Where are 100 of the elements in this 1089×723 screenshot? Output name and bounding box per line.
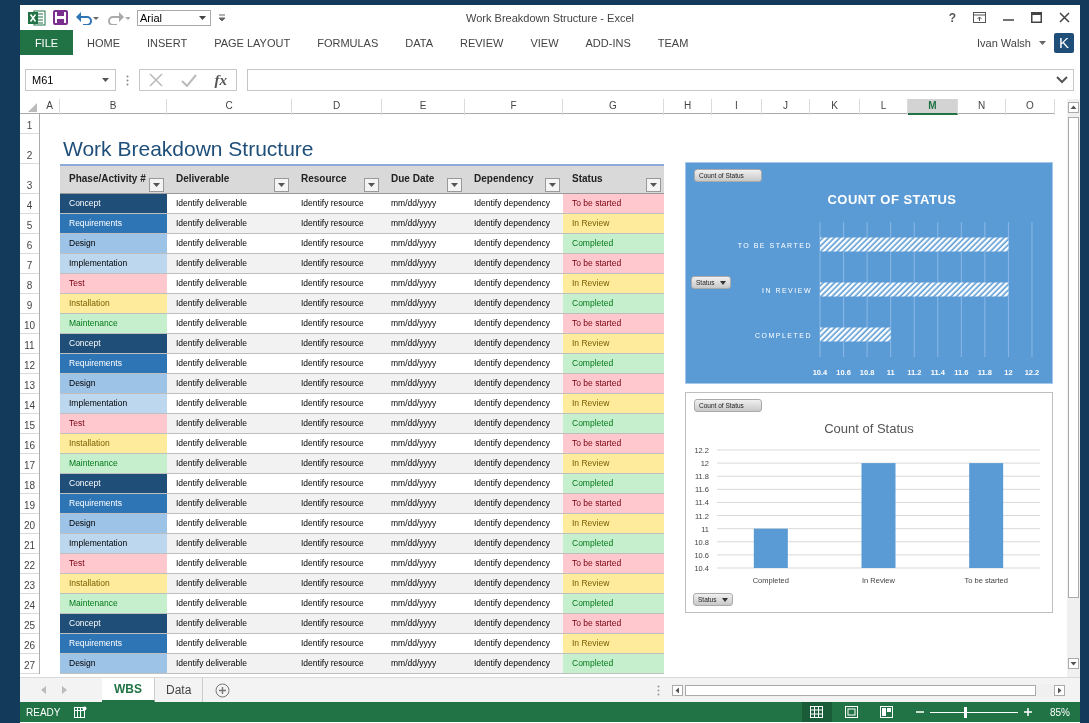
caret-icon[interactable] xyxy=(1039,40,1046,45)
ribbon-tab[interactable]: REVIEW xyxy=(446,30,517,55)
row-header[interactable]: 26 xyxy=(20,634,39,654)
row-header[interactable]: 7 xyxy=(20,254,39,274)
normal-view-button[interactable] xyxy=(802,702,832,722)
ribbon-tab[interactable]: PAGE LAYOUT xyxy=(200,30,304,55)
filter-dropdown-icon[interactable] xyxy=(149,178,164,192)
row-header[interactable]: 22 xyxy=(20,554,39,574)
chevron-down-icon[interactable] xyxy=(1056,76,1068,84)
row-header[interactable]: 2 xyxy=(20,134,39,164)
row-header[interactable]: 19 xyxy=(20,494,39,514)
row-header[interactable]: 20 xyxy=(20,514,39,534)
row-header[interactable]: 16 xyxy=(20,434,39,454)
row-header[interactable]: 25 xyxy=(20,614,39,634)
sheet-tab[interactable]: WBS xyxy=(102,678,155,702)
filter-dropdown-icon[interactable] xyxy=(364,178,379,192)
insert-function-button[interactable]: fx xyxy=(214,71,228,89)
column-header[interactable]: N xyxy=(958,99,1006,115)
table-cell: Completed xyxy=(563,474,664,494)
scroll-left-icon[interactable] xyxy=(672,684,683,696)
row-header[interactable]: 24 xyxy=(20,594,39,614)
save-icon[interactable] xyxy=(53,10,68,25)
user-name[interactable]: Ivan Walsh xyxy=(977,36,1031,49)
column-header[interactable]: M xyxy=(908,99,958,115)
column-header[interactable]: H xyxy=(664,99,712,115)
row-header[interactable]: 23 xyxy=(20,574,39,594)
ribbon-tab[interactable]: INSERT xyxy=(133,30,201,55)
row-header[interactable]: 17 xyxy=(20,454,39,474)
drag-handle-icon[interactable] xyxy=(126,74,129,86)
ribbon-tab[interactable]: FORMULAS xyxy=(303,30,392,55)
zoom-level[interactable]: 85% xyxy=(1050,706,1070,718)
column-header[interactable]: K xyxy=(810,99,860,115)
row-header[interactable]: 13 xyxy=(20,374,39,394)
column-header[interactable]: I xyxy=(712,99,762,115)
name-box[interactable]: M61 xyxy=(25,69,116,91)
column-header[interactable]: E xyxy=(382,99,465,115)
table-cell: Completed xyxy=(563,414,664,434)
column-header[interactable]: A xyxy=(40,99,60,115)
ribbon-display-icon[interactable] xyxy=(973,12,986,23)
row-header[interactable]: 3 xyxy=(20,164,39,194)
scroll-right-icon[interactable] xyxy=(1054,684,1065,696)
row-header[interactable]: 4 xyxy=(20,194,39,214)
font-dropdown[interactable]: Arial xyxy=(137,9,211,26)
column-header[interactable]: J xyxy=(762,99,810,115)
page-break-icon[interactable] xyxy=(880,706,894,718)
ribbon-tab[interactable]: ADD-INS xyxy=(571,30,644,55)
table-cell: To be started xyxy=(563,494,664,514)
ribbon-tab[interactable]: DATA xyxy=(391,30,446,55)
row-header[interactable]: 12 xyxy=(20,354,39,374)
ribbon-tab[interactable]: TEAM xyxy=(643,30,702,55)
table-cell: Installation xyxy=(60,434,167,454)
column-header[interactable]: B xyxy=(60,99,167,115)
filter-dropdown-icon[interactable] xyxy=(447,178,462,192)
row-header[interactable]: 27 xyxy=(20,654,39,674)
undo-icon[interactable] xyxy=(75,10,99,25)
ribbon-tab[interactable]: HOME xyxy=(73,30,133,55)
filter-dropdown-icon[interactable] xyxy=(274,178,289,192)
grid-icon[interactable] xyxy=(810,706,824,718)
macro-record-icon[interactable] xyxy=(74,706,88,718)
table-cell: Identify deliverable xyxy=(167,534,292,554)
caret-icon[interactable] xyxy=(199,15,206,20)
row-header[interactable]: 15 xyxy=(20,414,39,434)
row-header[interactable]: 18 xyxy=(20,474,39,494)
account-avatar[interactable]: K xyxy=(1054,32,1074,53)
column-header[interactable]: O xyxy=(1006,99,1055,115)
row-header[interactable]: 1 xyxy=(20,114,39,134)
column-header[interactable]: D xyxy=(292,99,382,115)
table-cell: Design xyxy=(60,234,167,254)
scroll-down-icon[interactable] xyxy=(1068,658,1080,669)
row-header[interactable]: 14 xyxy=(20,394,39,414)
row-header[interactable]: 10 xyxy=(20,314,39,334)
column-header[interactable]: F xyxy=(465,99,563,115)
caret-icon[interactable] xyxy=(722,597,729,602)
filter-dropdown-icon[interactable] xyxy=(646,178,661,192)
row-header[interactable]: 9 xyxy=(20,294,39,314)
column-header[interactable]: G xyxy=(563,99,664,115)
row-header[interactable]: 8 xyxy=(20,274,39,294)
zoom-out-icon[interactable] xyxy=(916,708,924,716)
row-header[interactable]: 6 xyxy=(20,234,39,254)
ribbon-tab[interactable]: VIEW xyxy=(516,30,572,55)
row-header[interactable]: 21 xyxy=(20,534,39,554)
drag-handle-icon[interactable] xyxy=(657,684,660,696)
filter-dropdown-icon[interactable] xyxy=(545,178,560,192)
page-icon[interactable] xyxy=(845,706,859,718)
table-cell: Identify deliverable xyxy=(167,254,292,274)
caret-icon[interactable] xyxy=(102,78,109,82)
close-icon[interactable] xyxy=(1059,12,1070,23)
customize-caret-icon[interactable] xyxy=(218,13,226,22)
table-cell: Identify resource xyxy=(292,374,382,394)
ribbon-tab[interactable]: FILE xyxy=(20,30,73,55)
column-header[interactable]: C xyxy=(167,99,292,115)
scroll-up-icon[interactable] xyxy=(1068,102,1080,113)
new-sheet-icon[interactable] xyxy=(215,682,231,698)
row-header[interactable]: 5 xyxy=(20,214,39,234)
caret-icon[interactable] xyxy=(720,280,727,285)
zoom-in-icon[interactable] xyxy=(1024,708,1032,716)
row-header[interactable]: 11 xyxy=(20,334,39,354)
table-cell: To be started xyxy=(563,434,664,454)
maximize-icon[interactable] xyxy=(1031,12,1042,23)
help-button[interactable]: ? xyxy=(948,10,956,25)
